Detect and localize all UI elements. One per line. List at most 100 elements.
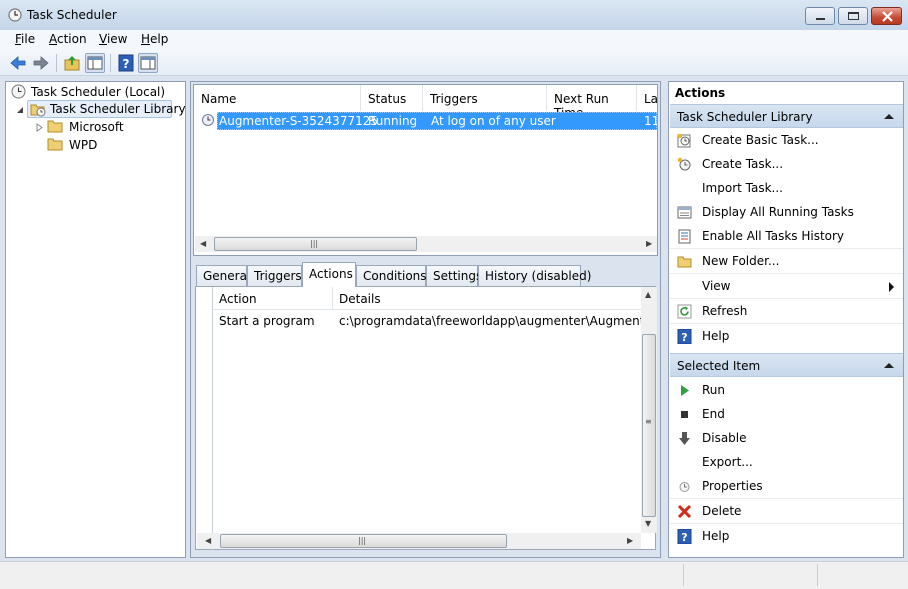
toolbar-separator: [56, 54, 57, 72]
expand-arrow-icon[interactable]: [16, 106, 24, 114]
action-create-task[interactable]: Create Task...: [670, 153, 903, 177]
column-header-action[interactable]: Action: [213, 287, 333, 310]
scroll-down-icon[interactable]: ▼: [645, 519, 651, 528]
maximize-icon: [848, 12, 859, 20]
action-enable-all-tasks-history[interactable]: Enable All Tasks History: [670, 225, 903, 249]
tree-item-task-scheduler-local[interactable]: Task Scheduler (Local): [10, 83, 180, 101]
scroll-up-icon[interactable]: ▲: [645, 290, 651, 299]
new-folder-icon: [677, 256, 692, 268]
status-bar: [0, 561, 908, 589]
help-icon[interactable]: ?: [116, 53, 136, 73]
menu-action[interactable]: Action: [49, 32, 87, 46]
scroll-left-icon[interactable]: ◀: [200, 239, 206, 248]
action-help[interactable]: ? Help: [670, 325, 903, 349]
title-bar: Task Scheduler: [0, 0, 908, 30]
action-display-all-running-tasks[interactable]: Display All Running Tasks: [670, 201, 903, 225]
folder-icon: [47, 138, 63, 151]
column-header-details[interactable]: Details: [333, 287, 641, 310]
help-icon: ?: [677, 529, 692, 544]
grip-icon: ≡: [645, 417, 652, 426]
horizontal-scrollbar[interactable]: ◀ ||| ▶: [197, 533, 641, 549]
column-header-last-run-time[interactable]: Las: [637, 85, 658, 111]
tree-item-task-scheduler-library[interactable]: Task Scheduler Library: [27, 100, 186, 118]
status-segment: [817, 564, 905, 586]
action-delete[interactable]: Delete: [670, 500, 903, 524]
collapsed-arrow-icon[interactable]: [36, 123, 43, 132]
action-import-task[interactable]: Import Task...: [670, 177, 903, 201]
console-tree-icon: [87, 56, 103, 70]
back-arrow-icon[interactable]: [8, 53, 28, 73]
grip-icon: |||: [310, 239, 319, 248]
tab-general[interactable]: General: [196, 265, 250, 286]
tab-settings[interactable]: Settings: [426, 265, 482, 286]
action-pane-icon: [140, 56, 156, 70]
svg-text:?: ?: [681, 331, 687, 344]
task-name: Augmenter-S-3524377125: [219, 114, 378, 128]
tasks-history-icon: [678, 229, 691, 244]
folder-clock-icon: [30, 104, 46, 117]
column-header-triggers[interactable]: Triggers: [423, 85, 547, 111]
tab-actions[interactable]: Actions: [302, 262, 356, 287]
tab-history[interactable]: History (disabled): [478, 265, 591, 286]
section-selected-item[interactable]: Selected Item: [670, 353, 903, 377]
action-create-basic-task[interactable]: Create Basic Task...: [670, 129, 903, 153]
scrollbar-thumb[interactable]: ≡: [642, 334, 656, 517]
close-button[interactable]: [871, 7, 902, 25]
actions-list-header: Action Details: [213, 287, 641, 310]
menu-file[interactable]: File: [15, 32, 35, 46]
scrollbar-thumb[interactable]: |||: [220, 534, 507, 548]
show-hide-console-tree-button[interactable]: [85, 53, 105, 73]
action-disable[interactable]: Disable: [670, 427, 903, 451]
svg-text:?: ?: [123, 57, 130, 71]
action-help-selected[interactable]: ? Help: [670, 525, 903, 549]
action-new-folder[interactable]: New Folder...: [670, 250, 903, 274]
toolbar: ?: [0, 50, 908, 76]
scrollbar-thumb[interactable]: |||: [214, 237, 417, 251]
column-header-next-run-time[interactable]: Next Run Time: [547, 85, 637, 120]
column-header-status[interactable]: Status: [361, 85, 423, 111]
menu-help[interactable]: Help: [141, 32, 168, 46]
column-header-name[interactable]: Name: [194, 85, 361, 111]
tree-item-wpd[interactable]: WPD: [46, 136, 166, 154]
end-icon: [681, 411, 688, 418]
task-row[interactable]: Augmenter-S-3524377125 Running At log on…: [195, 112, 657, 130]
action-refresh[interactable]: Refresh: [670, 300, 903, 324]
action-end[interactable]: End: [670, 403, 903, 427]
maximize-button[interactable]: [838, 7, 868, 25]
tree-item-microsoft[interactable]: Microsoft: [46, 118, 166, 136]
actions-list: Action Details Start a program c:\progra…: [197, 287, 657, 550]
action-export[interactable]: Export...: [670, 451, 903, 475]
clock-icon: [11, 84, 26, 99]
collapse-icon[interactable]: [884, 363, 894, 368]
task-clock-icon: [202, 114, 214, 126]
action-view[interactable]: View: [670, 275, 903, 299]
vertical-scrollbar[interactable]: ▲ ≡ ▼: [641, 287, 657, 533]
submenu-arrow-icon: [889, 282, 894, 292]
refresh-icon: [677, 304, 692, 319]
collapse-icon[interactable]: [884, 114, 894, 119]
menu-bar: File Action View Help: [0, 30, 908, 50]
create-task-icon: [677, 157, 691, 171]
horizontal-scrollbar[interactable]: ◀ ||| ▶: [195, 236, 657, 252]
menu-view[interactable]: View: [99, 32, 127, 46]
minimize-button[interactable]: [805, 7, 835, 25]
scroll-right-icon[interactable]: ▶: [646, 239, 652, 248]
run-icon: [681, 385, 689, 396]
forward-arrow-icon[interactable]: [31, 53, 51, 73]
scroll-left-icon[interactable]: ◀: [205, 536, 211, 545]
action-run[interactable]: Run: [670, 379, 903, 403]
action-row[interactable]: Start a program c:\programdata\freeworld…: [213, 312, 641, 330]
task-triggers: At log on of any user: [431, 114, 556, 128]
scroll-right-icon[interactable]: ▶: [627, 536, 633, 545]
status-segment: [683, 564, 817, 586]
tab-triggers[interactable]: Triggers: [247, 265, 302, 286]
help-icon: ?: [677, 329, 692, 344]
tab-conditions[interactable]: Conditions: [356, 265, 427, 286]
task-status: Running: [368, 114, 418, 128]
up-folder-icon[interactable]: [62, 53, 82, 73]
section-task-scheduler-library[interactable]: Task Scheduler Library: [670, 104, 903, 128]
action-properties[interactable]: Properties: [670, 475, 903, 499]
create-basic-task-icon: [677, 133, 691, 148]
show-hide-action-pane-button[interactable]: [138, 53, 158, 73]
actions-pane-title: Actions: [675, 86, 726, 100]
